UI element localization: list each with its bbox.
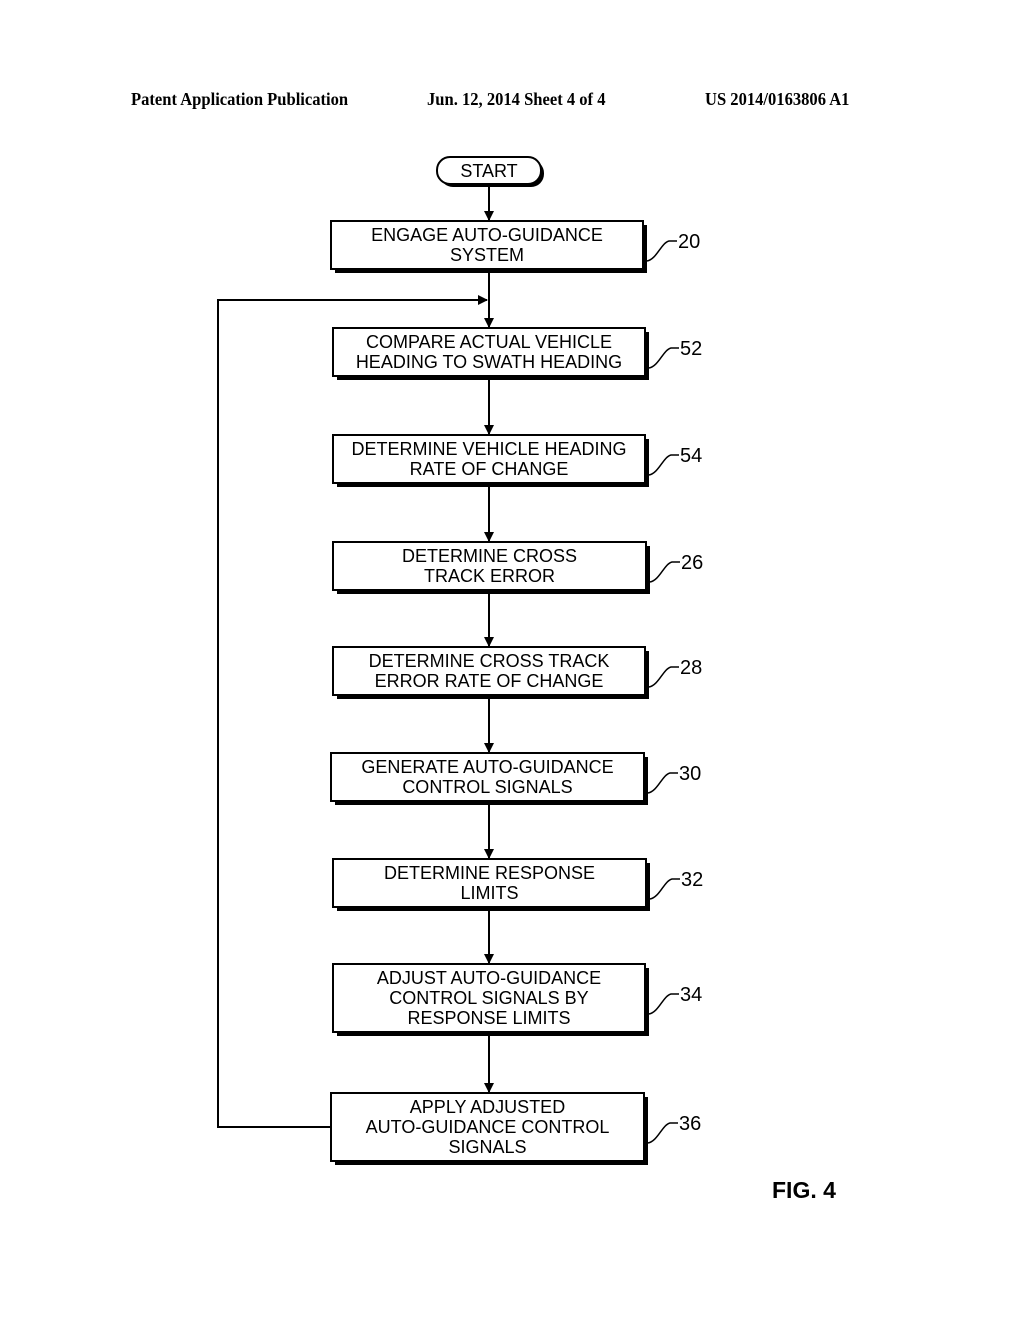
flowchart-diagram: START ENGAGE AUTO-GUIDANCESYSTEM 20 COMPAR… [217,156,836,1203]
step-text-line: APPLY ADJUSTED [410,1097,565,1117]
ref-leader-line [647,772,678,794]
ref-leader-line [648,993,679,1015]
figure-label: FIG. 4 [772,1177,836,1203]
step-text-line: ADJUST AUTO-GUIDANCE [377,968,601,988]
step-text-line: DETERMINE VEHICLE HEADING [351,439,626,459]
flowchart-step-28: DETERMINE CROSS TRACKERROR RATE OF CHANG… [332,646,702,699]
ref-number: 20 [678,231,700,253]
ref-leader-line [648,347,679,369]
step-text-line: DETERMINE RESPONSE [384,863,595,883]
ref-number: 54 [680,445,702,467]
ref-leader-line [649,561,680,583]
flowchart-step-54: DETERMINE VEHICLE HEADINGRATE OF CHANGE 5… [332,434,702,487]
ref-number: 34 [680,984,702,1006]
ref-leader-line [646,240,677,262]
step-text-line: CONTROL SIGNALS [402,777,572,797]
flowchart-step-52: COMPARE ACTUAL VEHICLEHEADING TO SWATH H… [332,327,702,380]
ref-leader-line [648,454,679,476]
start-terminator: START [436,156,544,187]
step-text-line: ERROR RATE OF CHANGE [375,671,604,691]
step-text-line: AUTO-GUIDANCE CONTROL [366,1117,610,1137]
ref-number: 28 [680,657,702,679]
step-text-line: RESPONSE LIMITS [407,1008,570,1028]
step-text-line: LIMITS [460,883,518,903]
step-text-line: HEADING TO SWATH HEADING [356,352,622,372]
step-text-line: CONTROL SIGNALS BY [389,988,588,1008]
ref-leader-line [647,1122,678,1144]
step-text-line: ENGAGE AUTO-GUIDANCE [371,225,603,245]
ref-number: 32 [681,869,703,891]
flowchart-step-36: APPLY ADJUSTEDAUTO-GUIDANCE CONTROLSIGNA… [330,1092,701,1165]
step-text-line: DETERMINE CROSS [402,546,577,566]
flowchart-step-32: DETERMINE RESPONSELIMITS 32 [332,858,703,911]
step-text-line: RATE OF CHANGE [410,459,569,479]
flowchart-step-34: ADJUST AUTO-GUIDANCECONTROL SIGNALS BYRE… [332,963,702,1036]
flowchart-step-30: GENERATE AUTO-GUIDANCECONTROL SIGNALS 30 [330,752,701,805]
ref-leader-line [648,666,679,688]
step-text-line: TRACK ERROR [424,566,555,586]
step-text-line: COMPARE ACTUAL VEHICLE [366,332,612,352]
step-text-line: SYSTEM [450,245,524,265]
ref-number: 36 [679,1113,701,1135]
flowchart-step-26: DETERMINE CROSSTRACK ERROR 26 [332,541,703,594]
ref-number: 52 [680,338,702,360]
ref-number: 26 [681,552,703,574]
ref-leader-line [649,878,680,900]
flowchart-step-20: ENGAGE AUTO-GUIDANCESYSTEM 20 [330,220,700,273]
step-text-line: DETERMINE CROSS TRACK [369,651,610,671]
step-text-line: SIGNALS [448,1137,526,1157]
step-text-line: GENERATE AUTO-GUIDANCE [361,757,613,777]
ref-number: 30 [679,763,701,785]
start-label: START [460,161,517,181]
